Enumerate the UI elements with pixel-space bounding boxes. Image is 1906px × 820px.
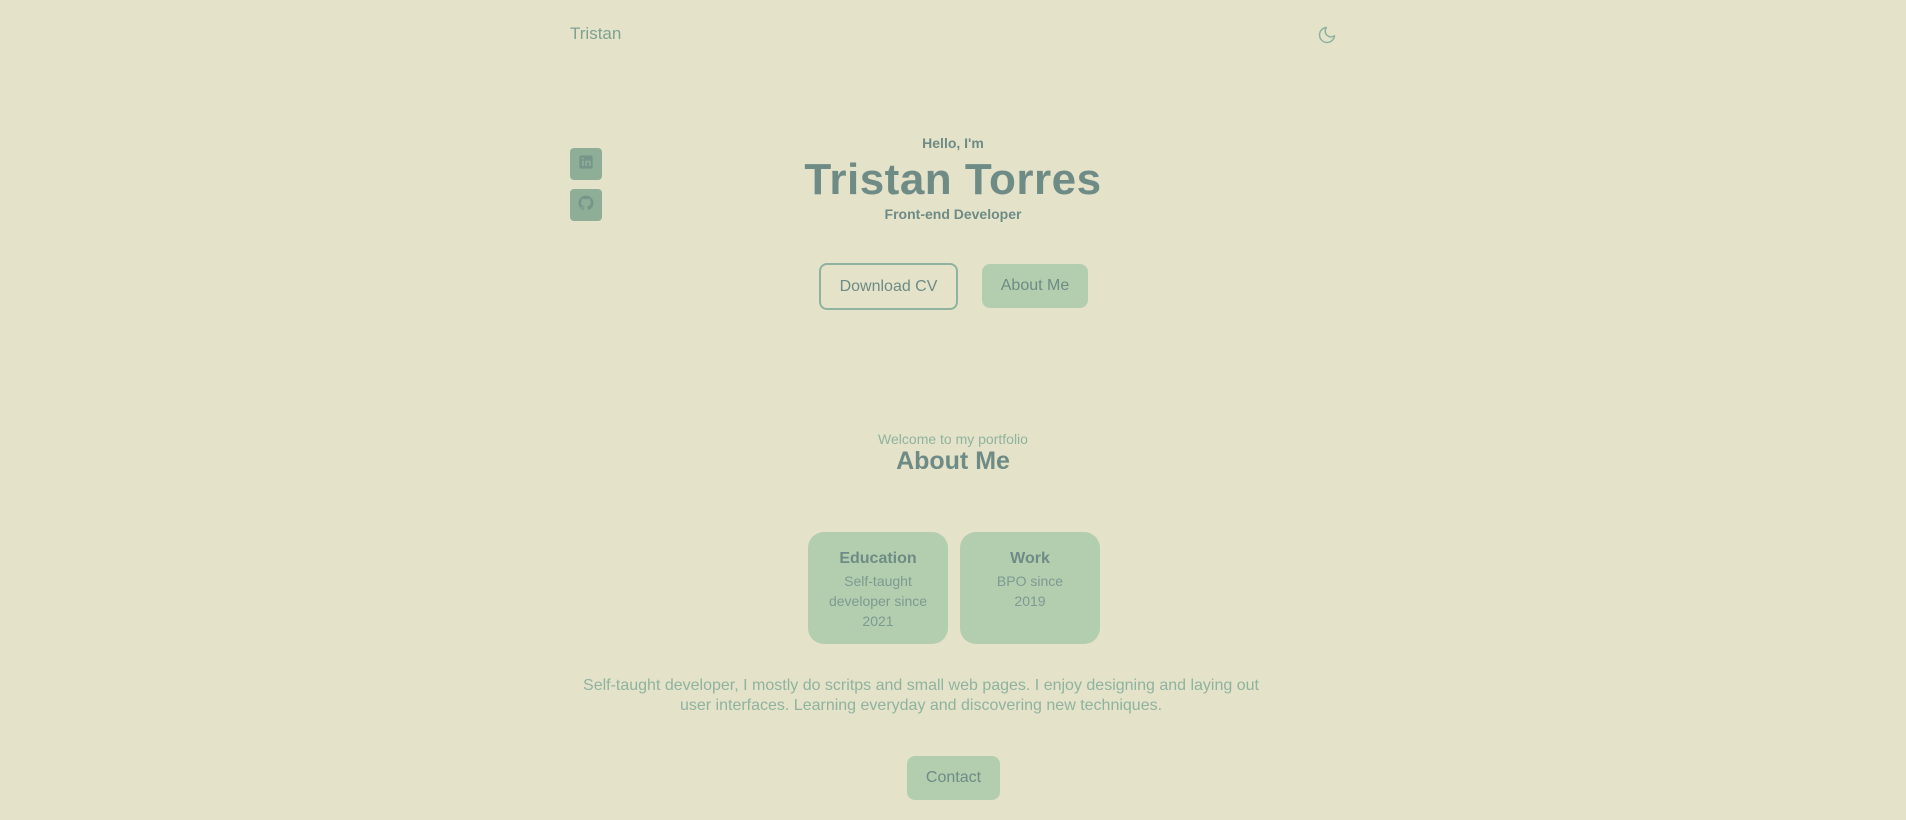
brand-logo[interactable]: Tristan	[570, 24, 621, 44]
about-title: About Me	[896, 447, 1010, 475]
hero-name: Tristan Torres	[804, 155, 1102, 204]
education-card-title: Education	[839, 550, 917, 567]
education-card: Education Self-taught developer since 20…	[808, 532, 948, 644]
hero-role: Front-end Developer	[884, 206, 1022, 222]
hero-greeting: Hello, I'm	[922, 135, 984, 151]
moon-icon[interactable]	[1317, 25, 1337, 45]
contact-button[interactable]: Contact	[907, 756, 1000, 800]
portfolio-page: Tristan Hello, I'm Tristan Torres Front-…	[0, 0, 1906, 820]
about-me-button[interactable]: About Me	[982, 264, 1088, 308]
education-card-text: Self-taught developer since 2021	[828, 573, 928, 629]
about-description: Self-taught developer, I mostly do scrit…	[583, 677, 1259, 714]
work-card-title: Work	[1010, 550, 1050, 567]
download-cv-button[interactable]: Download CV	[819, 263, 958, 310]
work-card: Work BPO since 2019	[960, 532, 1100, 644]
about-subtitle: Welcome to my portfolio	[878, 431, 1028, 447]
work-card-text: BPO since 2019	[996, 573, 1064, 609]
